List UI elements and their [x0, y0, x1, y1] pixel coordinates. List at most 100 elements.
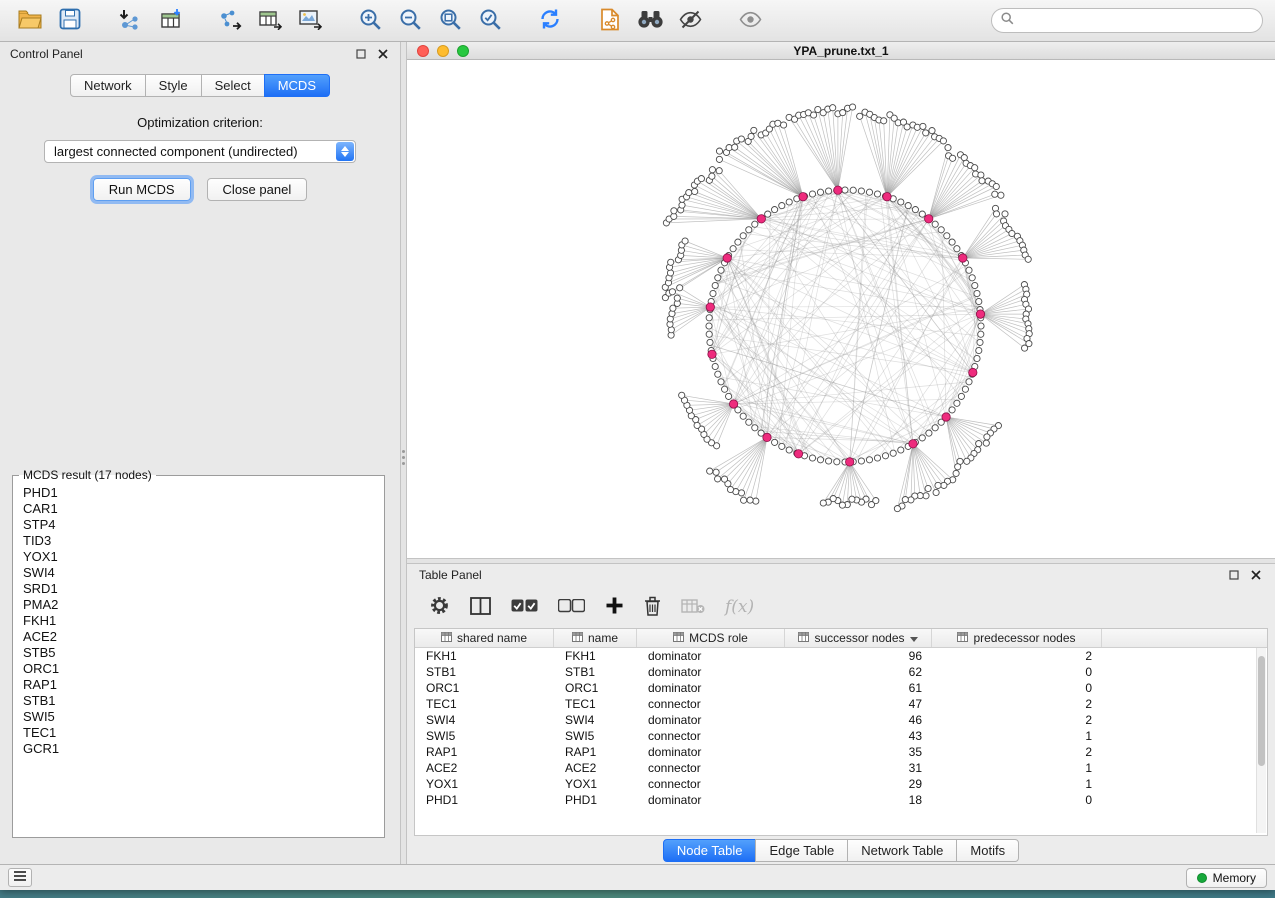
float-table-panel-button[interactable] [1227, 568, 1241, 582]
network-node[interactable] [978, 331, 984, 337]
network-svg[interactable] [407, 60, 1273, 558]
network-node[interactable] [933, 489, 939, 495]
network-node[interactable] [874, 191, 880, 197]
vertical-splitter[interactable] [400, 42, 407, 864]
column-header-successor-nodes[interactable]: successor nodes [785, 629, 932, 647]
table-row[interactable]: RAP1RAP1dominator352 [415, 744, 1267, 760]
network-node[interactable] [752, 425, 758, 431]
network-node[interactable] [772, 439, 778, 445]
dominator-node[interactable] [883, 193, 891, 201]
network-node[interactable] [949, 239, 955, 245]
network-node[interactable] [707, 339, 713, 345]
close-panel-action-button[interactable]: Close panel [207, 178, 308, 201]
dominator-node[interactable] [708, 350, 716, 358]
network-node[interactable] [779, 203, 785, 209]
network-node[interactable] [826, 458, 832, 464]
minimize-window-button[interactable] [437, 45, 449, 57]
network-node[interactable] [964, 458, 970, 464]
dominator-node[interactable] [969, 368, 977, 376]
mcds-result-item[interactable]: STP4 [23, 517, 374, 533]
scrollbar-thumb[interactable] [1258, 656, 1265, 766]
network-node[interactable] [706, 323, 712, 329]
network-node[interactable] [753, 498, 759, 504]
network-node[interactable] [718, 379, 724, 385]
tab-mcds[interactable]: MCDS [264, 74, 330, 97]
network-node[interactable] [834, 459, 840, 465]
dominator-node[interactable] [723, 254, 731, 262]
network-node[interactable] [682, 238, 688, 244]
mcds-result-item[interactable]: SWI5 [23, 709, 374, 725]
export-image-button[interactable] [292, 5, 328, 37]
dominator-node[interactable] [834, 186, 842, 194]
network-node[interactable] [905, 203, 911, 209]
network-node[interactable] [858, 188, 864, 194]
network-node[interactable] [772, 207, 778, 213]
mcds-result-item[interactable]: GCR1 [23, 741, 374, 757]
network-node[interactable] [679, 202, 685, 208]
network-node[interactable] [977, 339, 983, 345]
network-node[interactable] [898, 199, 904, 205]
tab-motifs[interactable]: Motifs [956, 839, 1019, 862]
table-scrollbar[interactable] [1256, 648, 1266, 833]
memory-button[interactable]: Memory [1186, 868, 1267, 888]
network-node[interactable] [866, 457, 872, 463]
mcds-result-item[interactable]: STB1 [23, 693, 374, 709]
network-node[interactable] [741, 497, 747, 503]
show-columns-button[interactable] [470, 592, 491, 622]
network-node[interactable] [972, 282, 978, 288]
network-node[interactable] [809, 191, 815, 197]
table-row[interactable]: FKH1FKH1dominator962 [415, 648, 1267, 664]
select-all-columns-button[interactable] [511, 592, 538, 622]
network-node[interactable] [1002, 211, 1008, 217]
network-node[interactable] [1025, 256, 1031, 262]
zoom-in-button[interactable] [352, 5, 388, 37]
network-node[interactable] [746, 419, 752, 425]
network-node[interactable] [706, 315, 712, 321]
network-node[interactable] [962, 386, 968, 392]
network-node[interactable] [850, 187, 856, 193]
network-node[interactable] [677, 285, 683, 291]
network-node[interactable] [904, 124, 910, 130]
import-network-button[interactable] [112, 5, 148, 37]
network-node[interactable] [868, 502, 874, 508]
network-node[interactable] [950, 155, 956, 161]
network-node[interactable] [955, 464, 961, 470]
clear-table-button[interactable] [681, 592, 705, 622]
run-mcds-button[interactable]: Run MCDS [93, 178, 191, 201]
network-node[interactable] [983, 440, 989, 446]
mcds-result-item[interactable]: TID3 [23, 533, 374, 549]
network-node[interactable] [976, 347, 982, 353]
network-node[interactable] [945, 145, 951, 151]
network-node[interactable] [727, 486, 733, 492]
network-node[interactable] [713, 469, 719, 475]
show-all-button[interactable] [732, 5, 768, 37]
network-node[interactable] [712, 282, 718, 288]
network-node[interactable] [707, 468, 713, 474]
network-node[interactable] [978, 323, 984, 329]
show-panels-button[interactable] [8, 868, 32, 887]
network-node[interactable] [668, 259, 674, 265]
network-node[interactable] [694, 422, 700, 428]
dominator-node[interactable] [729, 400, 737, 408]
network-node[interactable] [820, 500, 826, 506]
network-node[interactable] [979, 178, 985, 184]
table-row[interactable]: STB1STB1dominator620 [415, 664, 1267, 680]
network-node[interactable] [902, 497, 908, 503]
dominator-node[interactable] [846, 458, 854, 466]
table-row[interactable]: ACE2ACE2connector311 [415, 760, 1267, 776]
network-node[interactable] [781, 122, 787, 128]
network-node[interactable] [671, 208, 677, 214]
network-node[interactable] [954, 246, 960, 252]
refresh-button[interactable] [532, 5, 568, 37]
table-row[interactable]: ORC1ORC1dominator610 [415, 680, 1267, 696]
tab-style[interactable]: Style [145, 74, 202, 97]
mcds-result-item[interactable]: SRD1 [23, 581, 374, 597]
network-node[interactable] [716, 156, 722, 162]
tab-network-table[interactable]: Network Table [847, 839, 957, 862]
network-node[interactable] [912, 207, 918, 213]
tab-edge-table[interactable]: Edge Table [755, 839, 848, 862]
network-node[interactable] [850, 104, 856, 110]
network-node[interactable] [974, 355, 980, 361]
tab-node-table[interactable]: Node Table [663, 839, 757, 862]
export-network-button[interactable] [212, 5, 248, 37]
